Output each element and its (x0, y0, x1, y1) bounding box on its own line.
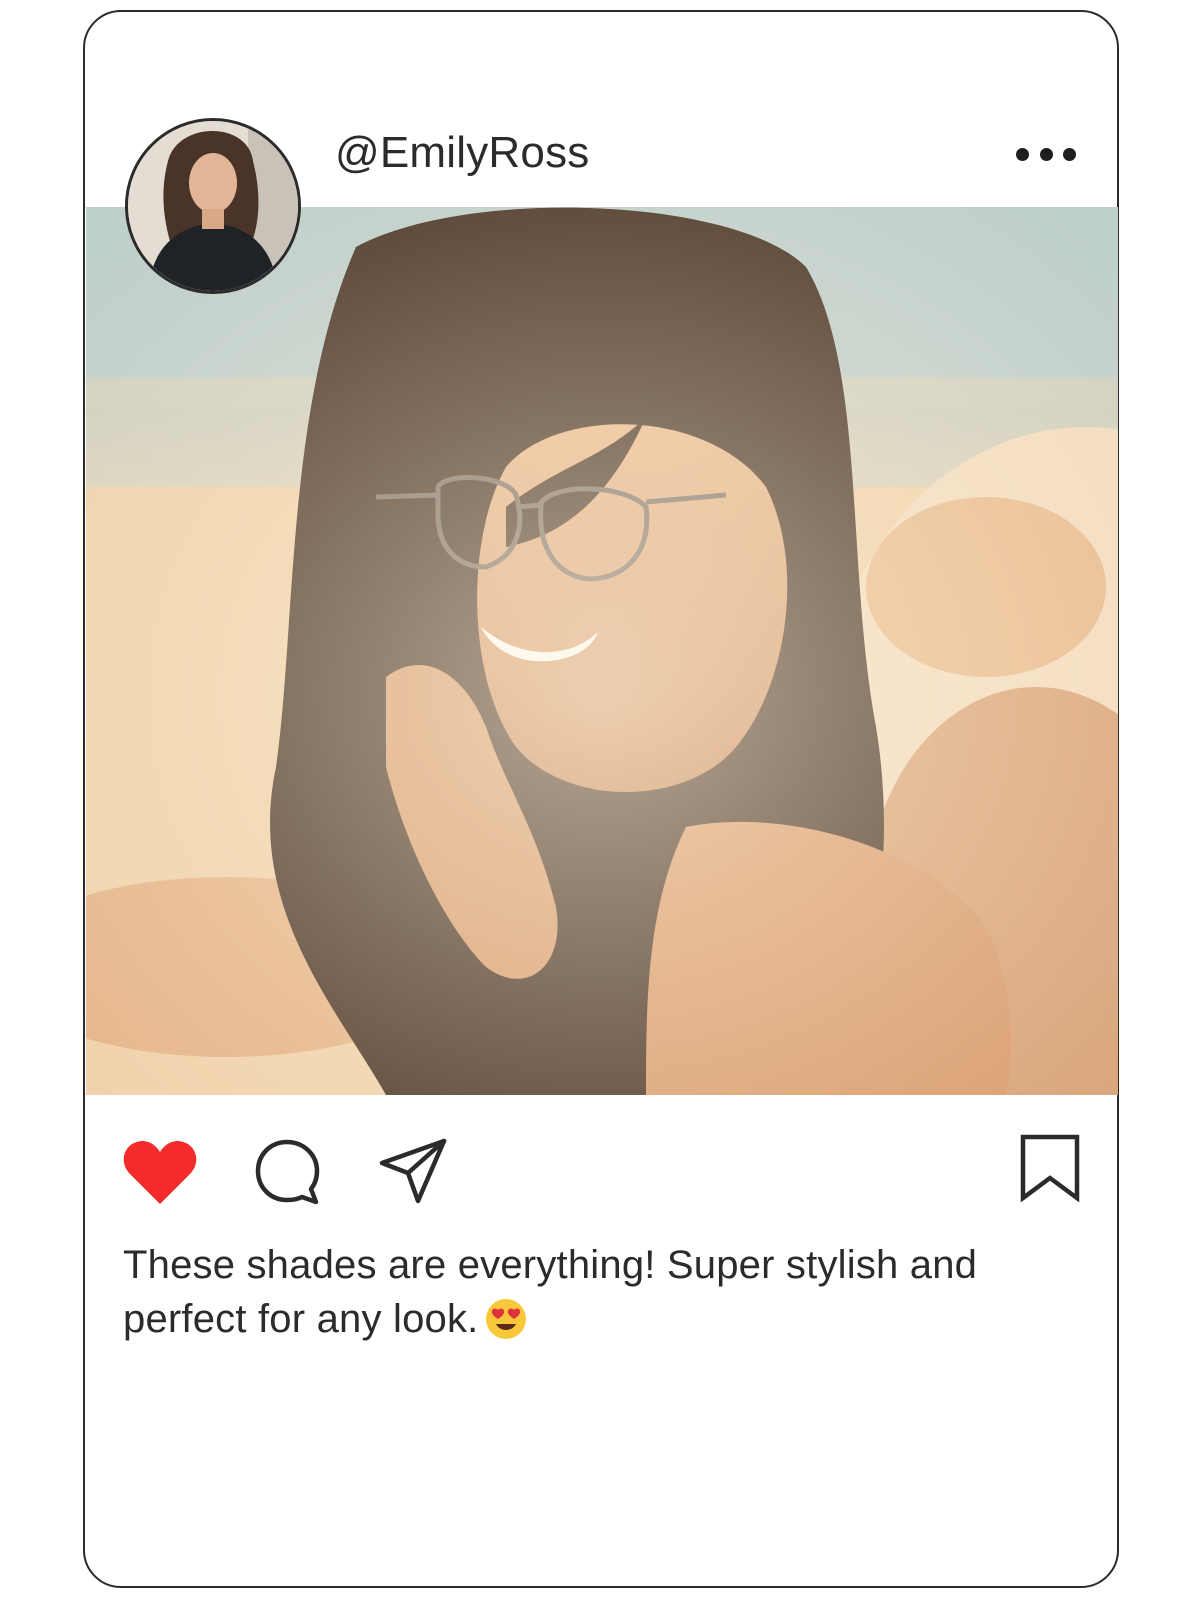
dot (1039, 147, 1053, 161)
username[interactable]: @EmilyRoss (335, 128, 589, 178)
dot (1063, 147, 1076, 161)
dot (1016, 147, 1029, 161)
heart-eyes-emoji-icon (485, 1298, 527, 1340)
caption-text: These shades are everything! Super styli… (123, 1243, 978, 1341)
comment-bubble-icon[interactable] (254, 1137, 324, 1207)
avatar[interactable] (125, 118, 301, 294)
post-photo[interactable] (86, 207, 1118, 1095)
bookmark-icon[interactable] (1019, 1134, 1081, 1202)
heart-icon[interactable] (122, 1138, 198, 1206)
more-dots-icon[interactable] (1016, 141, 1076, 167)
paper-plane-icon[interactable] (378, 1135, 450, 1207)
post-caption: These shades are everything! Super styli… (123, 1238, 1083, 1346)
